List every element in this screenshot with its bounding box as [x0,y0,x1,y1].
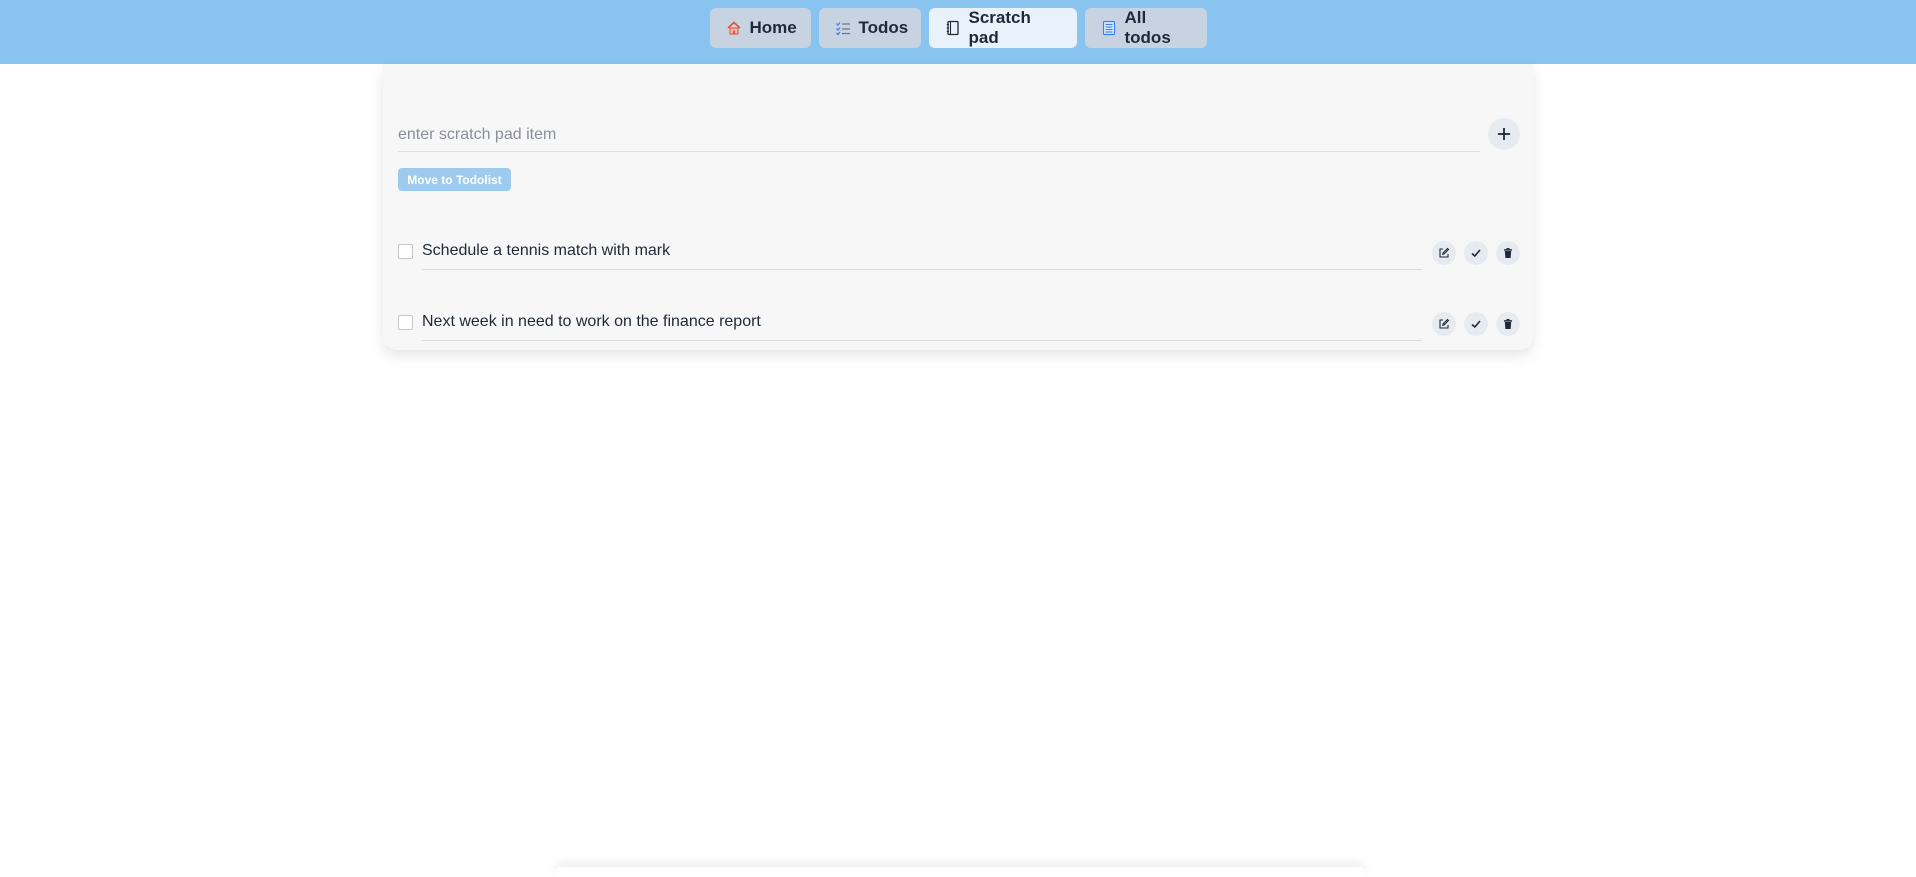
nav-all-todos-button[interactable]: All todos [1084,8,1207,48]
scratch-item-checkbox[interactable] [398,315,413,330]
edit-item-button[interactable] [1432,241,1456,265]
move-to-todolist-button[interactable]: Move to Todolist [398,168,511,191]
scratch-item-actions [1432,241,1520,265]
scratch-item: Schedule a tennis match with mark [398,232,1520,272]
nav-home-button[interactable]: Home [709,8,811,48]
delete-item-button[interactable] [1496,241,1520,265]
nav-todos-label: Todos [858,18,909,37]
complete-item-button[interactable] [1464,312,1488,336]
check-icon [1470,318,1482,330]
scratch-pad-card: Move to Todolist Schedule a tennis match… [383,64,1533,350]
scratch-pad-input[interactable] [398,118,1480,152]
nav-scratch-pad-label: Scratch pad [968,8,1031,47]
trash-icon [1502,247,1514,259]
scratch-item: Next week in need to work on the finance… [398,303,1520,343]
edit-item-button[interactable] [1432,312,1456,336]
home-icon [726,20,742,36]
scratch-item-text[interactable]: Schedule a tennis match with mark [422,232,1422,270]
trash-icon [1502,318,1514,330]
complete-item-button[interactable] [1464,241,1488,265]
plus-icon [1496,126,1512,142]
checklist-icon [835,20,851,36]
delete-item-button[interactable] [1496,312,1520,336]
notebook-icon [945,20,961,36]
list-icon [1101,20,1117,36]
edit-icon [1438,247,1450,259]
nav-home-label: Home [749,18,797,37]
scratch-item-text[interactable]: Next week in need to work on the finance… [422,303,1422,341]
bottom-panel-edge [555,867,1365,877]
nav-all-todos-label: All todos [1124,8,1171,47]
scratch-item-actions [1432,312,1520,336]
add-item-button[interactable] [1488,118,1520,150]
nav-scratch-pad-button[interactable]: Scratch pad [928,8,1077,48]
scratch-input-row [398,118,1520,158]
edit-icon [1438,318,1450,330]
scratch-item-checkbox[interactable] [398,244,413,259]
nav-todos-button[interactable]: Todos [818,8,921,48]
top-navigation-bar: Home Todos Scratch pad All todos [0,0,1916,64]
check-icon [1470,247,1482,259]
